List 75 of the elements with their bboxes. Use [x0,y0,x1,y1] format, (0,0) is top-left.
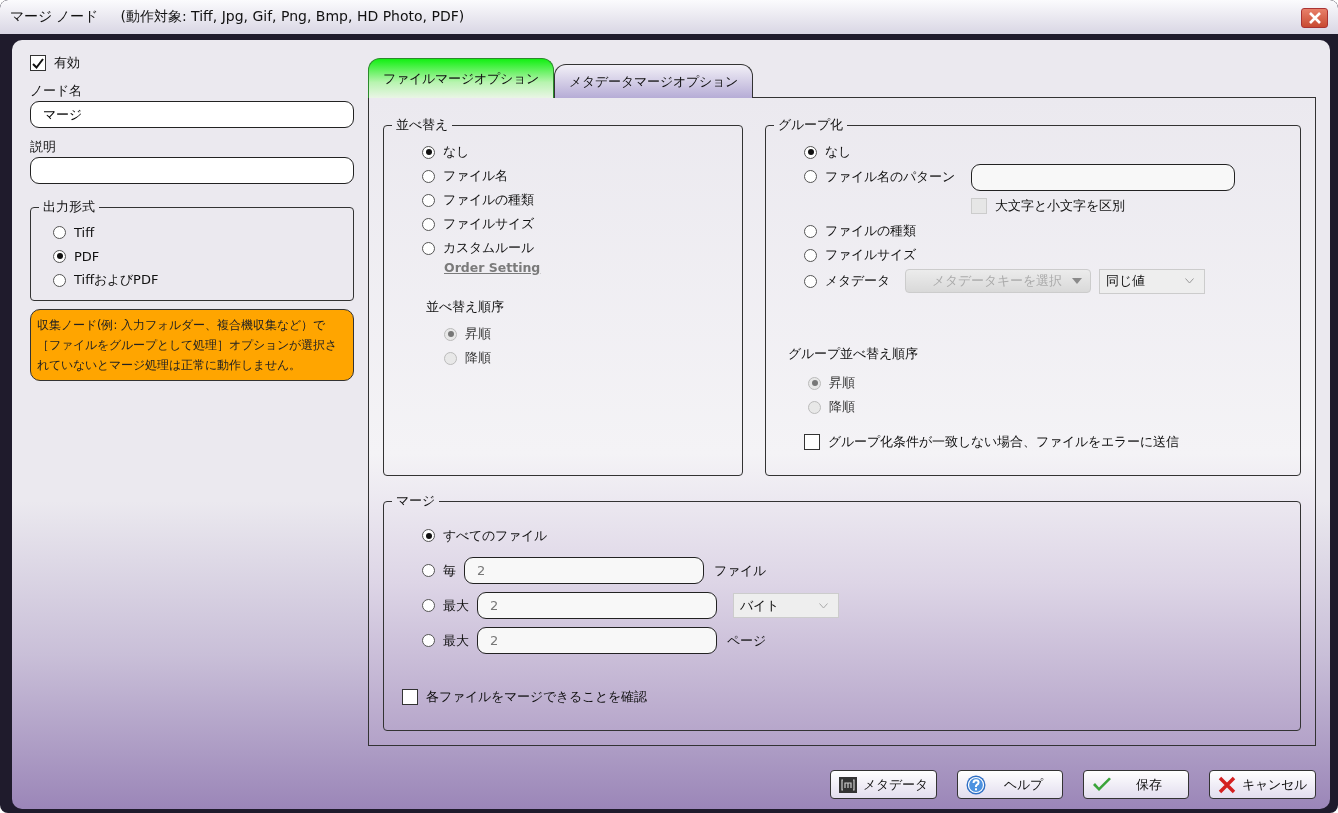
radio-label: ファイル名のパターン [825,168,956,186]
radio-button[interactable] [422,193,435,207]
radio-button[interactable] [422,241,435,255]
cancel-button[interactable]: キャンセル [1209,770,1316,799]
close-button[interactable] [1301,8,1328,28]
radio-label: 毎 [443,561,456,580]
field-label: 説明 [30,138,57,156]
radio-label: ファイルサイズ [443,215,534,233]
radio-label: TiffおよびPDF [74,271,159,289]
save-button[interactable]: 保存 [1083,770,1189,799]
metadata-button[interactable]: メタデータ [830,770,937,799]
checkbox[interactable] [804,434,820,450]
radio-label: カスタムルール [443,239,534,257]
radio-label: ファイルの種類 [443,191,534,209]
radio-label: 降順 [829,398,855,416]
section-label: 並べ替え順序 [426,298,505,316]
node-name-field[interactable]: マージ [30,101,354,128]
checkbox[interactable] [402,689,418,705]
tab[interactable]: ファイルマージオプション [368,58,554,98]
checkbox-label: 有効 [54,54,80,72]
radio-label: 最大 [443,596,469,615]
group-title: 並べ替え [395,116,449,134]
section-label: グループ並べ替え順序 [788,345,919,363]
radio-label: 降順 [465,349,491,367]
radio-label: すべてのファイル [443,526,547,545]
radio-button[interactable] [422,169,435,183]
checkbox-label: 各ファイルをマージできることを確認 [426,688,647,706]
description-field[interactable] [30,157,354,184]
warning-message: 収集ノード(例: 入力フォルダー、複合機収集など）で［ファイルをグループとして処理］オプションが選択されていないとマージ処理は正常に動作しません。 [30,309,354,381]
checkbox-label: 大文字と小文字を区別 [995,197,1125,215]
radio-button[interactable] [804,248,817,262]
chevron-down-icon [1185,278,1194,284]
radio-label: 最大 [443,631,469,650]
group-title: マージ [395,492,436,510]
close-icon [1307,12,1322,24]
unit-label: ファイル [714,561,766,580]
checkmark-icon [1092,776,1112,793]
radio-label: ファイルサイズ [825,246,916,264]
radio-button[interactable] [804,145,817,159]
order-setting-link[interactable]: Order Setting [444,260,541,282]
unit-label: ページ [727,631,766,650]
match-dropdown[interactable]: 同じ値 [1099,268,1205,294]
pattern-field[interactable] [971,164,1235,191]
radio-button[interactable] [422,145,435,159]
radio-label: なし [443,143,469,161]
radio-label: 昇順 [465,325,491,343]
group-title: 出力形式 [42,198,96,216]
radio-button[interactable] [53,225,66,239]
metadata-icon [839,776,857,793]
radio-label: なし [825,143,851,161]
radio-label: メタデータ [825,272,891,290]
checkbox[interactable] [30,55,46,71]
tab[interactable]: メタデータマージオプション [554,64,753,98]
window-subtitle: (動作対象: Tiff, Jpg, Gif, Png, Bmp, HD Photo, PDF) [120,8,465,26]
radio-label: ファイル名 [443,167,508,185]
radio-label: ファイルの種類 [825,222,916,240]
radio-label: 昇順 [829,374,855,392]
radio-label: Tiff [74,224,95,240]
checkbox-label: グループ化条件が一致しない場合、ファイルをエラーに送信 [828,433,1179,451]
dropdown-arrow-icon [1072,278,1082,284]
radio-button[interactable] [53,249,66,263]
window-title: マージ ノード [10,8,99,26]
chevron-down-icon [819,602,828,609]
help-icon [966,774,986,795]
help-button[interactable]: ヘルプ [957,770,1063,799]
group-title: グループ化 [777,116,844,134]
radio-label: PDF [74,248,100,264]
radio-button[interactable] [804,224,817,238]
radio-button[interactable] [53,273,66,287]
radio-button[interactable] [804,170,817,183]
radio-button[interactable] [422,217,435,231]
cross-icon [1218,775,1236,794]
radio-button[interactable] [804,274,817,288]
field-label: ノード名 [30,82,83,100]
radio-button[interactable] [422,529,435,542]
